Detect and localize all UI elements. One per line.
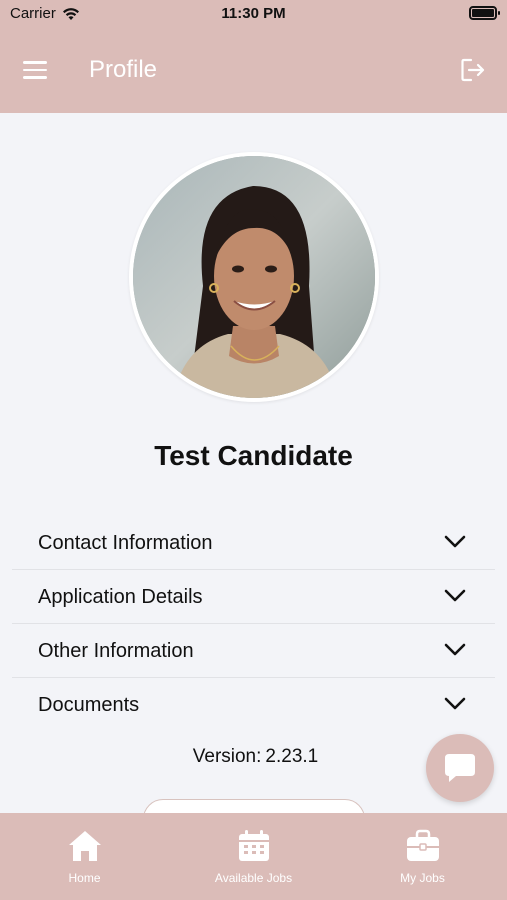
section-other-information[interactable]: Other Information	[12, 624, 495, 678]
profile-photo	[133, 156, 375, 398]
tab-available-jobs[interactable]: Available Jobs	[169, 813, 338, 900]
battery-icon	[469, 6, 500, 20]
section-label: Contact Information	[38, 532, 213, 554]
bottom-tab-bar: Home Available Jobs My Jobs	[0, 813, 507, 900]
candidate-name: Test Candidate	[154, 440, 353, 471]
section-contact-information[interactable]: Contact Information	[12, 516, 495, 570]
section-label: Documents	[38, 694, 140, 716]
avatar	[129, 152, 379, 402]
profile-sections: Contact Information Application Details …	[12, 516, 495, 732]
status-bar: Carrier 11:30 PM	[0, 0, 507, 28]
app-header: Profile	[0, 28, 507, 113]
chevron-down-icon	[444, 643, 466, 656]
section-documents[interactable]: Documents	[12, 678, 495, 732]
chevron-down-icon	[444, 589, 466, 602]
calendar-icon	[238, 830, 269, 861]
section-label: Other Information	[38, 640, 194, 662]
chevron-down-icon	[444, 697, 466, 710]
menu-bar	[23, 68, 47, 71]
section-label: Application Details	[38, 586, 203, 608]
page-title: Profile	[89, 56, 158, 83]
home-icon	[68, 831, 101, 861]
chat-icon	[445, 754, 475, 782]
status-time: 11:30 PM	[221, 5, 286, 22]
profile-photo-illustration	[133, 156, 375, 398]
version-label: Version:	[192, 746, 262, 767]
menu-bar	[23, 76, 47, 79]
section-application-details[interactable]: Application Details	[12, 570, 495, 624]
menu-bar	[23, 61, 47, 64]
menu-icon[interactable]	[23, 61, 47, 79]
version-value: 2.23.1	[265, 746, 319, 767]
briefcase-icon	[406, 829, 439, 861]
tab-label: Home	[68, 871, 101, 885]
logout-icon[interactable]	[459, 56, 487, 84]
tab-label: My Jobs	[400, 871, 445, 885]
tab-my-jobs[interactable]: My Jobs	[338, 813, 507, 900]
tab-home[interactable]: Home	[0, 813, 169, 900]
tab-label: Available Jobs	[214, 871, 293, 885]
chevron-down-icon	[444, 535, 466, 548]
chat-button[interactable]	[426, 734, 494, 802]
